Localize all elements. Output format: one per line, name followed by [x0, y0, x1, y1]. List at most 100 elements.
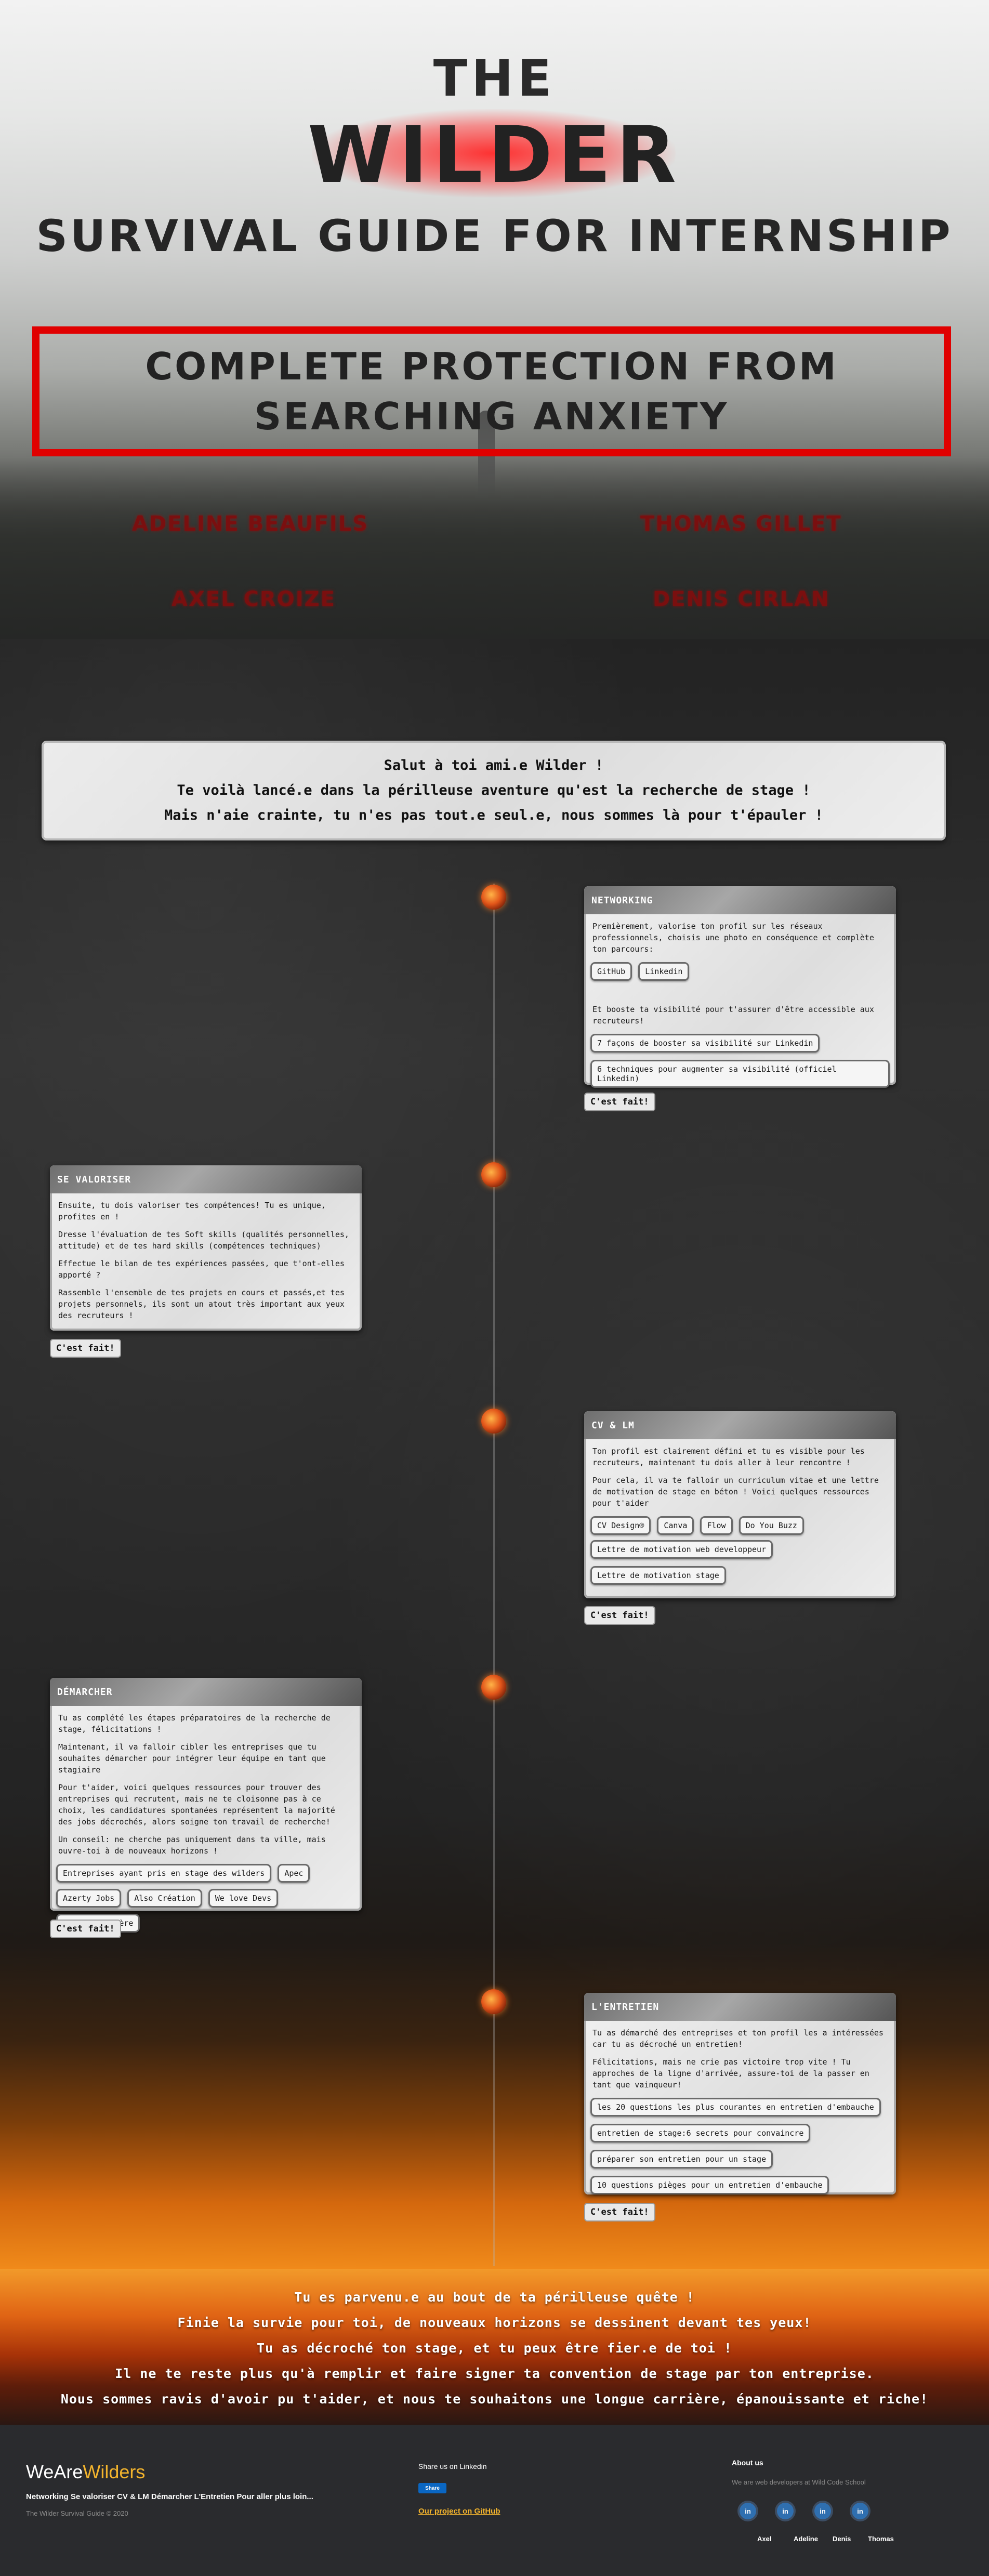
title-wilder: WILDER [307, 110, 682, 201]
card-title: DÉMARCHER [57, 1686, 113, 1698]
card-text: Dresse l'évaluation de tes Soft skills (… [58, 1230, 349, 1251]
copyright: The Wilder Survival Guide © 2020 [26, 2509, 128, 2517]
link-resource[interactable]: CV Design® [590, 1516, 651, 1535]
step-card-entretien: L'ENTRETIEN Tu as démarché des entrepris… [584, 1993, 896, 2194]
card-text: Pour t'aider, voici quelques ressources … [58, 1783, 335, 1826]
card-text: Ensuite, tu dois valoriser tes compétenc… [58, 1201, 326, 1221]
finale-line: Nous sommes ravis d'avoir pu t'aider, et… [60, 2391, 929, 2407]
done-button[interactable]: C'est fait! [50, 1339, 121, 1358]
done-button[interactable]: C'est fait! [584, 2203, 655, 2222]
link-resource[interactable]: Do You Buzz [739, 1516, 804, 1535]
finale-line: Il ne te reste plus qu'à remplir et fair… [115, 2366, 874, 2381]
card-title: SE VALORISER [57, 1174, 131, 1185]
finale-line: Finie la survie pour toi, de nouveaux ho… [177, 2315, 812, 2330]
link-resource[interactable]: Azerty Jobs [56, 1889, 122, 1908]
welcome-line: Te voilà lancé.e dans la périlleuse aven… [177, 782, 811, 798]
linkedin-icon[interactable]: in [777, 2503, 794, 2519]
site-footer: WeAreWilders Networking Se valoriser CV … [0, 2425, 989, 2576]
linkedin-share-button[interactable]: Share [418, 2483, 446, 2493]
link-resource[interactable]: Apec [278, 1864, 310, 1883]
hero-ground [0, 457, 989, 639]
timeline-marker [481, 1675, 506, 1700]
link-resource[interactable]: Lettre de motivation web developpeur [590, 1540, 773, 1559]
footer-nav[interactable]: Networking Se valoriser CV & LM Démarche… [26, 2492, 313, 2501]
step-card-cvlm: CV & LM Ton profil est clairement défini… [584, 1411, 896, 1598]
card-text: Un conseil: ne cherche pas uniquement da… [58, 1835, 326, 1856]
title-the: THE [433, 49, 556, 108]
timeline-marker [481, 1409, 506, 1434]
link-group: CV Design® Canva Flow Do You Buzz [590, 1516, 890, 1535]
step-card-networking: NETWORKING Premièrement, valorise ton pr… [584, 886, 896, 1088]
brand-logo[interactable]: WeAreWilders [26, 2461, 145, 2483]
link-resource[interactable]: préparer son entretien pour un stage [590, 2150, 773, 2168]
github-project-link[interactable]: Our project on GitHub [418, 2507, 500, 2516]
link-group: les 20 questions les plus courantes en e… [590, 2098, 890, 2194]
link-resource[interactable]: 6 techniques pour augmenter sa visibilit… [590, 1060, 890, 1088]
card-title: NETWORKING [591, 895, 653, 906]
step-card-demarcher: DÉMARCHER Tu as complété les étapes prép… [50, 1678, 362, 1933]
card-header: CV & LM [584, 1411, 896, 1439]
link-resource[interactable]: Entreprises ayant pris en stage des wild… [56, 1864, 272, 1883]
card-header: DÉMARCHER [50, 1678, 362, 1706]
card-title: L'ENTRETIEN [591, 2001, 660, 2013]
finale-line: Tu as décroché ton stage, et tu peux êtr… [257, 2341, 732, 2356]
link-resource[interactable]: Flow [700, 1516, 733, 1535]
team-member-name: Denis [833, 2535, 851, 2543]
linkedin-icon[interactable]: in [814, 2503, 831, 2519]
card-text: Tu as complété les étapes préparatoires … [58, 1713, 331, 1734]
tagline-box: COMPLETE PROTECTION FROM SEARCHING ANXIE… [32, 326, 951, 456]
team-member-name: Axel [757, 2535, 772, 2543]
card-text: Maintenant, il va falloir cibler les ent… [58, 1742, 326, 1775]
link-resource[interactable]: Lettre de motivation stage [590, 1566, 726, 1585]
done-button[interactable]: C'est fait! [50, 1920, 121, 1938]
card-text: Pour cela, il va te falloir un curriculu… [592, 1476, 879, 1508]
link-resource[interactable]: 10 questions pièges pour un entretien d'… [590, 2176, 829, 2194]
timeline-line [493, 884, 495, 2266]
author-name: THOMAS GILLET [640, 512, 842, 536]
step-card-valoriser: SE VALORISER Ensuite, tu dois valoriser … [50, 1165, 362, 1331]
finale-line: Tu es parvenu.e au bout de ta périlleuse… [294, 2290, 695, 2305]
card-text: Rassemble l'ensemble de tes projets en c… [58, 1288, 345, 1320]
welcome-box: Salut à toi ami.e Wilder ! Te voilà lanc… [42, 741, 946, 840]
timeline-marker [481, 1989, 506, 2014]
link-github[interactable]: GitHub [590, 962, 632, 981]
done-button[interactable]: C'est fait! [584, 1606, 655, 1625]
team-member-name: Thomas [868, 2535, 894, 2543]
author-name: AXEL CROIZE [172, 587, 336, 611]
team-member-name: Adeline [794, 2535, 818, 2543]
card-text: Effectue le bilan de tes expériences pas… [58, 1259, 345, 1280]
link-group: 7 façons de booster sa visibilité sur Li… [590, 1034, 890, 1088]
link-resource[interactable]: Canva [657, 1516, 694, 1535]
card-text: Et booste ta visibilité pour t'assurer d… [592, 1005, 874, 1026]
share-label: Share us on Linkedin [418, 2462, 487, 2470]
timeline-marker [481, 1162, 506, 1187]
link-resource[interactable]: les 20 questions les plus courantes en e… [590, 2098, 881, 2117]
link-linkedin[interactable]: Linkedin [638, 962, 690, 981]
link-resource[interactable]: We love Devs [208, 1889, 279, 1908]
brand-part: Wilders [83, 2461, 146, 2482]
author-name: DENIS CIRLAN [653, 587, 830, 611]
link-resource[interactable]: Also Création [127, 1889, 202, 1908]
author-name: ADELINE BEAUFILS [132, 512, 369, 536]
linkedin-icon[interactable]: in [740, 2503, 756, 2519]
card-text: Premièrement, valorise ton profil sur le… [592, 922, 874, 954]
welcome-line: Mais n'aie crainte, tu n'es pas tout.e s… [164, 807, 823, 823]
finale-text: Tu es parvenu.e au bout de ta périlleuse… [0, 2284, 989, 2412]
brand-part: WeAre [26, 2461, 83, 2482]
link-group: GitHub Linkedin [590, 962, 890, 981]
linkedin-icon[interactable]: in [852, 2503, 868, 2519]
about-text: We are web developers at Wild Code Schoo… [732, 2478, 866, 2486]
link-resource[interactable]: 7 façons de booster sa visibilité sur Li… [590, 1034, 820, 1053]
card-text: Ton profil est clairement défini et tu e… [592, 1447, 865, 1467]
timeline-marker [481, 885, 506, 910]
link-resource[interactable]: entretien de stage:6 secrets pour convai… [590, 2124, 811, 2143]
page-subtitle: SURVIVAL GUIDE FOR INTERNSHIP [36, 211, 953, 261]
card-header: SE VALORISER [50, 1165, 362, 1193]
link-group: Lettre de motivation web developpeur Let… [590, 1540, 890, 1585]
card-text: Tu as démarché des entreprises et ton pr… [592, 2028, 883, 2049]
card-title: CV & LM [591, 1420, 635, 1431]
welcome-line: Salut à toi ami.e Wilder ! [384, 757, 604, 773]
card-header: L'ENTRETIEN [584, 1993, 896, 2021]
done-button[interactable]: C'est fait! [584, 1093, 655, 1111]
card-header: NETWORKING [584, 886, 896, 914]
